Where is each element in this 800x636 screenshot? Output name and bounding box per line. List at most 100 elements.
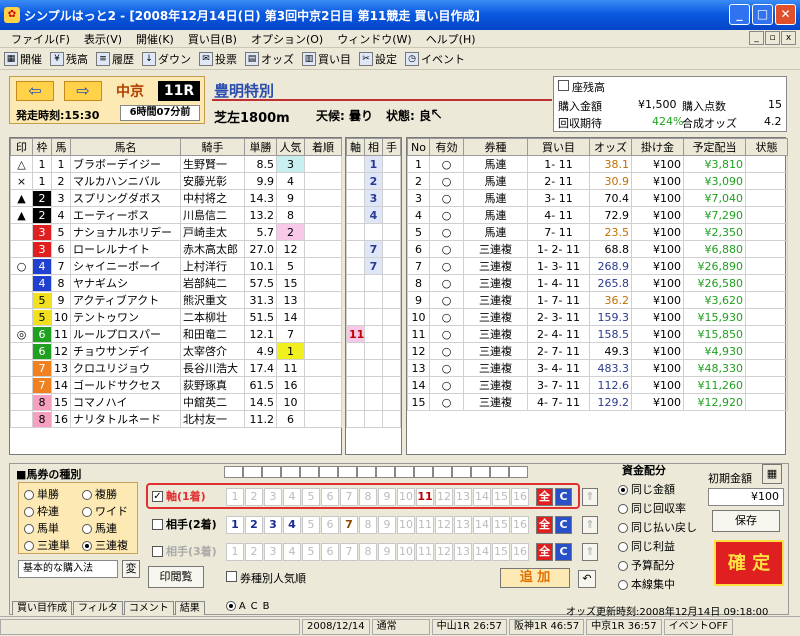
horse-row[interactable]: 4 8 ヤナギムシ 岩部純二 57.5 15 bbox=[10, 274, 342, 292]
axis-cell[interactable]: 1 bbox=[364, 155, 383, 173]
clear-button[interactable]: C bbox=[555, 543, 572, 561]
horse-row[interactable]: 5 10 テントゥワン 二本柳壮 51.5 14 bbox=[10, 308, 342, 326]
bettype-option-left[interactable]: 枠連 bbox=[24, 503, 59, 519]
horse-col-header[interactable]: 単勝 bbox=[244, 138, 277, 156]
horse-number-toggle[interactable]: 3 bbox=[264, 543, 282, 561]
bettype-option-left[interactable]: 単勝 bbox=[24, 486, 59, 502]
horse-col-header[interactable]: 印 bbox=[10, 138, 33, 156]
mdi-restore-button[interactable]: ▫ bbox=[765, 31, 780, 45]
bet-row[interactable]: 1 ○ 馬連 1- 11 38.1 ¥100 ¥3,810 bbox=[407, 155, 788, 173]
radio-b[interactable]: B bbox=[263, 601, 270, 615]
bet-row[interactable]: 2 ○ 馬連 2- 11 30.9 ¥100 ¥3,090 bbox=[407, 172, 788, 190]
bet-valid-cell[interactable]: ○ bbox=[429, 257, 464, 275]
axis-cell[interactable] bbox=[382, 308, 401, 326]
select-all-button[interactable]: 全 bbox=[536, 488, 553, 506]
change-button[interactable]: 変 bbox=[122, 560, 140, 578]
allocation-option[interactable]: 同じ利益 bbox=[618, 538, 702, 554]
axis-cell[interactable] bbox=[346, 189, 365, 207]
bet-valid-cell[interactable]: ○ bbox=[429, 393, 464, 411]
bet-col-header[interactable]: No bbox=[407, 138, 430, 156]
bet-row[interactable]: 15 ○ 三連複 4- 7- 11 129.2 ¥100 ¥12,920 bbox=[407, 393, 788, 411]
bet-valid-cell[interactable]: ○ bbox=[429, 189, 464, 207]
mark-cell[interactable]: ◎ bbox=[10, 325, 33, 343]
mark-cell[interactable] bbox=[10, 393, 33, 411]
axis-cell[interactable]: 11 bbox=[346, 325, 365, 343]
save-button[interactable]: 保存 bbox=[712, 510, 780, 532]
bet-stake-cell[interactable]: ¥100 bbox=[631, 308, 684, 326]
horse-row[interactable]: ◎ 6 11 ルールプロスパー 和田竜二 12.1 7 bbox=[10, 325, 342, 343]
horse-row[interactable]: ○ 4 7 シャイニーボーイ 上村洋行 10.1 5 bbox=[10, 257, 342, 275]
horse-number-toggle[interactable]: 8 bbox=[359, 488, 377, 506]
mark-cell[interactable] bbox=[10, 291, 33, 309]
calculator-button[interactable]: ▦ bbox=[762, 464, 782, 484]
axis-cell[interactable] bbox=[346, 257, 365, 275]
mark-cell[interactable]: ▲ bbox=[10, 206, 33, 224]
horse-number-toggle[interactable]: 3 bbox=[264, 488, 282, 506]
bet-stake-cell[interactable]: ¥100 bbox=[631, 342, 684, 360]
bet-col-header[interactable]: 有効 bbox=[429, 138, 464, 156]
horse-number-toggle[interactable]: 16 bbox=[511, 488, 529, 506]
bet-stake-cell[interactable]: ¥100 bbox=[631, 172, 684, 190]
axis-cell[interactable] bbox=[382, 206, 401, 224]
axis-cell[interactable] bbox=[346, 342, 365, 360]
horse-number-toggle[interactable]: 4 bbox=[283, 488, 301, 506]
horse-number-toggle[interactable]: 11 bbox=[416, 543, 434, 561]
axis-cell[interactable] bbox=[382, 376, 401, 394]
aite3-checkbox[interactable] bbox=[152, 545, 163, 557]
axis-cell[interactable] bbox=[382, 257, 401, 275]
bet-row[interactable]: 9 ○ 三連複 1- 7- 11 36.2 ¥100 ¥3,620 bbox=[407, 291, 788, 309]
horse-row[interactable]: ▲ 2 4 エーティーボス 川島信二 13.2 8 bbox=[10, 206, 342, 224]
radio-c[interactable]: C bbox=[251, 601, 258, 615]
menu-view[interactable]: 表示(V) bbox=[77, 31, 129, 47]
horse-number-toggle[interactable]: 6 bbox=[321, 543, 339, 561]
horse-col-header[interactable]: 馬 bbox=[51, 138, 71, 156]
tab-kaime[interactable]: 買い目作成 bbox=[12, 601, 72, 615]
next-race-button[interactable]: ⇨ bbox=[64, 81, 102, 101]
bet-col-header[interactable]: 掛け金 bbox=[631, 138, 684, 156]
axis-cell[interactable] bbox=[346, 410, 365, 428]
bettype-option-right[interactable]: 馬連 bbox=[82, 520, 117, 536]
horse-number-toggle[interactable]: 6 bbox=[321, 516, 339, 534]
horse-row[interactable]: 3 5 ナショナルホリデー 戸崎圭太 5.7 2 bbox=[10, 223, 342, 241]
axis-cell[interactable] bbox=[346, 155, 365, 173]
basic-method-field[interactable]: 基本的な購入法 bbox=[18, 560, 118, 578]
horse-number-toggle[interactable]: 14 bbox=[473, 488, 491, 506]
bettype-option-right[interactable]: 三連複 bbox=[82, 537, 128, 553]
axis-cell[interactable] bbox=[346, 206, 365, 224]
bet-col-header[interactable]: オッズ bbox=[589, 138, 632, 156]
axis-cell[interactable] bbox=[382, 223, 401, 241]
undo-button[interactable]: ↶ bbox=[578, 570, 596, 588]
horse-row[interactable]: 7 14 ゴールドサクセス 荻野琢真 61.5 16 bbox=[10, 376, 342, 394]
axis-cell[interactable]: 4 bbox=[364, 206, 383, 224]
bet-stake-cell[interactable]: ¥100 bbox=[631, 274, 684, 292]
axis-cell[interactable] bbox=[382, 359, 401, 377]
horse-number-toggle[interactable]: 5 bbox=[302, 488, 320, 506]
bet-row[interactable]: 8 ○ 三連複 1- 4- 11 265.8 ¥100 ¥26,580 bbox=[407, 274, 788, 292]
horse-row[interactable]: 5 9 アクティブアクト 熊沢重文 31.3 13 bbox=[10, 291, 342, 309]
horse-number-toggle[interactable]: 3 bbox=[264, 516, 282, 534]
horse-col-header[interactable]: 馬名 bbox=[70, 138, 181, 156]
horse-number-toggle[interactable]: 10 bbox=[397, 516, 415, 534]
axis-cell[interactable] bbox=[364, 325, 383, 343]
horse-col-header[interactable]: 着順 bbox=[304, 138, 342, 156]
mdi-close-button[interactable]: x bbox=[781, 31, 796, 45]
axis-cell[interactable] bbox=[364, 274, 383, 292]
add-button[interactable]: 追 加 bbox=[500, 568, 570, 588]
menu-help[interactable]: ヘルプ(H) bbox=[419, 31, 483, 47]
axis-cell[interactable]: 3 bbox=[364, 189, 383, 207]
allocation-option[interactable]: 同じ払い戻し bbox=[618, 519, 702, 535]
mark-cell[interactable]: ○ bbox=[10, 257, 33, 275]
mark-cell[interactable] bbox=[10, 223, 33, 241]
axis-cell[interactable] bbox=[364, 359, 383, 377]
horse-number-toggle[interactable]: 2 bbox=[245, 516, 263, 534]
mark-cell[interactable] bbox=[10, 274, 33, 292]
horse-number-toggle[interactable]: 6 bbox=[321, 488, 339, 506]
horse-number-toggle[interactable]: 7 bbox=[340, 543, 358, 561]
horse-row[interactable]: 8 16 ナリタトルネード 北村友一 11.2 6 bbox=[10, 410, 342, 428]
close-button[interactable]: ✕ bbox=[775, 4, 796, 25]
horse-col-header[interactable]: 人気 bbox=[276, 138, 305, 156]
horse-row[interactable]: 3 6 ローレルナイト 赤木高太郎 27.0 12 bbox=[10, 240, 342, 258]
bet-row[interactable]: 14 ○ 三連複 3- 7- 11 112.6 ¥100 ¥11,260 bbox=[407, 376, 788, 394]
toolbar-odds-button[interactable]: ▤ オッズ bbox=[245, 51, 294, 67]
horse-number-toggle[interactable]: 1 bbox=[226, 488, 244, 506]
